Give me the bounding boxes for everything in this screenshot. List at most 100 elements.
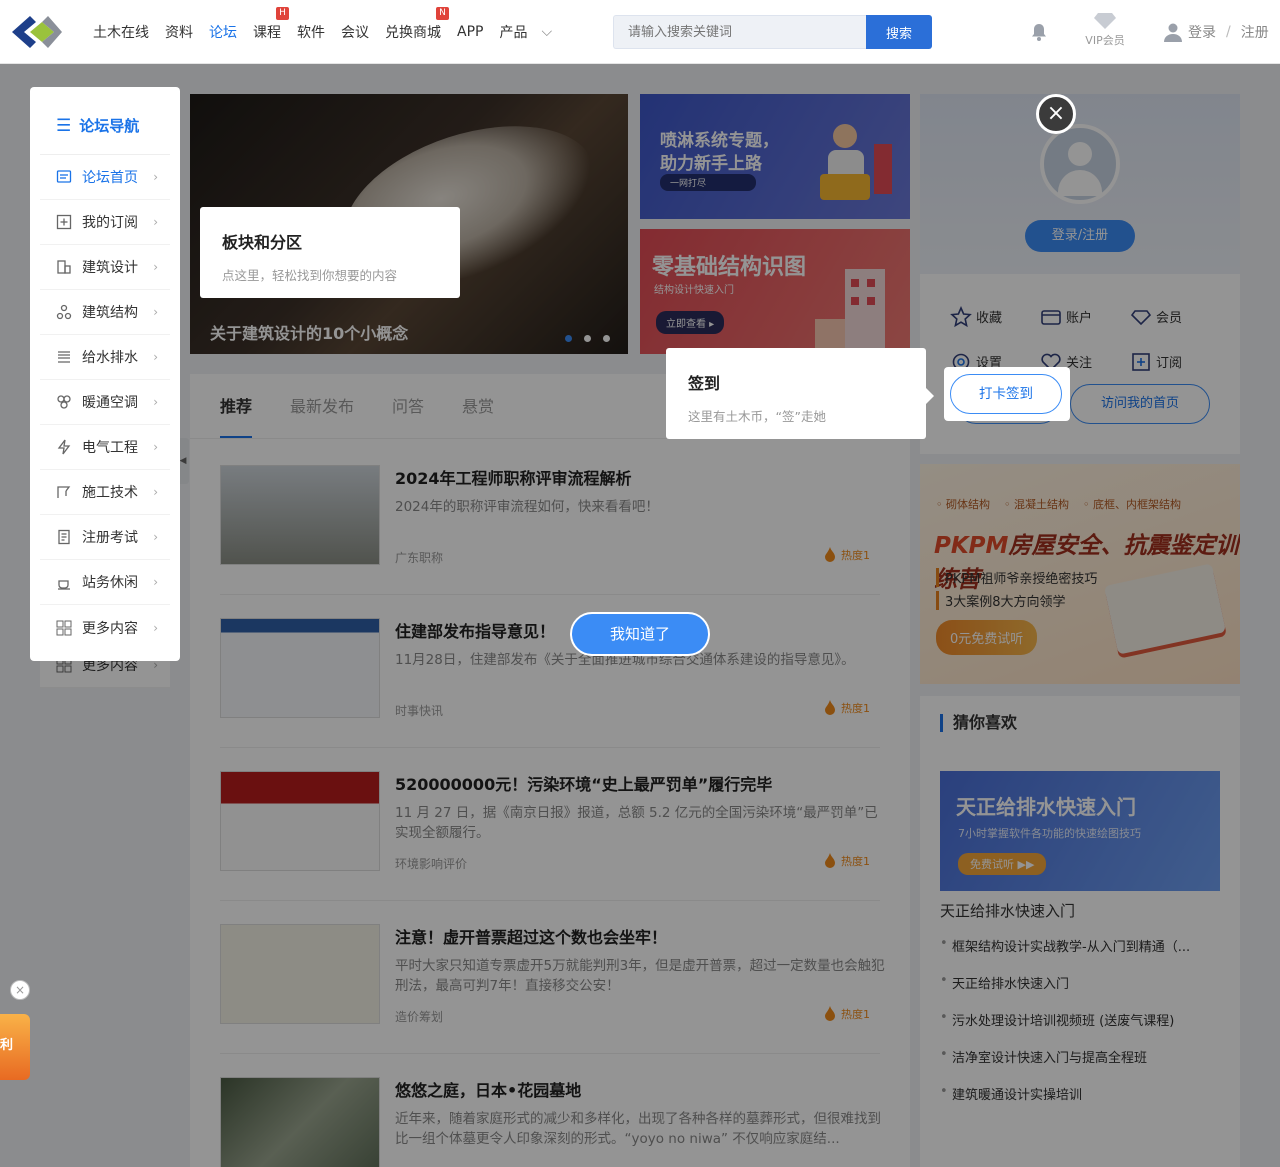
promo-title-line: 喷淋系统专题， (660, 131, 779, 151)
sidebar-item-construction[interactable]: 施工技术 › (40, 470, 170, 515)
promo-structure[interactable]: 零基础结构识图 结构设计快速入门 立即查看 ▸ (640, 229, 910, 354)
post-thumbnail (220, 924, 380, 1024)
subscribe-icon (56, 214, 72, 230)
carousel-dot[interactable] (584, 335, 591, 342)
bell-icon[interactable] (1029, 22, 1049, 42)
post-source[interactable]: 造价筹划 (395, 1008, 443, 1025)
post-item[interactable]: 悠悠之庭，日本•花园墓地 近年来，随着家庭形式的减少和多样化，出现了各种各样的墓… (220, 1077, 881, 1167)
search-button[interactable]: 搜索 (866, 15, 932, 49)
promo-view-button[interactable]: 立即查看 ▸ (656, 311, 725, 334)
sidebar-item-hvac[interactable]: 暖通空调 › (40, 380, 170, 425)
account-link[interactable]: 账户 (1040, 294, 1130, 339)
list-item[interactable]: 洁净室设计快速入门与提高全程班 (940, 1047, 1225, 1084)
nav-item-meeting[interactable]: 会议 (341, 22, 369, 42)
sidebar-item-water[interactable]: 给水排水 › (40, 335, 170, 380)
tab-qa[interactable]: 问答 (392, 374, 424, 438)
sidebar-item-leisure[interactable]: 站务休闲 › (40, 560, 170, 605)
person-laptop-illustration (820, 124, 892, 200)
wallet-icon (1041, 309, 1061, 325)
floating-ad-box[interactable]: 利 (0, 1014, 30, 1080)
nav-item-products[interactable]: 产品 (499, 22, 527, 42)
course-banner[interactable]: 天正给排水快速入门 7小时掌握软件各功能的快速绘图技巧 免费试听 ▶▶ (940, 771, 1220, 891)
tab-bounty[interactable]: 悬赏 (462, 374, 494, 438)
post-title[interactable]: 520000000元！污染环境“史上最严罚单”履行完毕 (395, 771, 772, 795)
post-item[interactable]: 520000000元！污染环境“史上最严罚单”履行完毕 11 月 27 日，据《… (220, 771, 880, 901)
login-register-button[interactable]: 登录/注册 (1025, 220, 1135, 252)
nav-label: 资料 (165, 25, 193, 41)
post-title[interactable]: 住建部发布指导意见！ (395, 618, 555, 642)
chevron-right-icon: › (153, 305, 158, 319)
sidebar-item-electric[interactable]: 电气工程 › (40, 425, 170, 470)
post-item[interactable]: 住建部发布指导意见！ 11月28日，住建部发布《关于全面推进城市综合交通体系建设… (220, 618, 880, 748)
banner-caption: 关于建筑设计的10个小概念 (210, 324, 409, 343)
subscribe-link[interactable]: 订阅 (1130, 339, 1220, 384)
membership-link[interactable]: 会员 (1130, 294, 1220, 339)
carousel-dot[interactable] (603, 335, 610, 342)
highlighted-sidebar: ☰ 论坛导航 论坛首页 › 我的订阅 › 建筑设计 › 建筑结构 › 给水排水 › 暖通空调… (30, 87, 180, 661)
list-item[interactable]: 天正给排水快速入门 (940, 973, 1225, 1010)
sidebar-item-structure[interactable]: 建筑结构 › (40, 290, 170, 335)
register-link[interactable]: 注册 (1241, 22, 1269, 42)
tab-recommend[interactable]: 推荐 (220, 374, 253, 438)
construction-icon (57, 486, 71, 498)
list-item[interactable]: 建筑暖通设计实操培训 (940, 1084, 1225, 1121)
chevron-right-icon: › (153, 620, 158, 635)
tip-desc: 点这里，轻松找到你想要的内容 (222, 268, 398, 283)
highlighted-signin: 打卡签到 (944, 367, 1070, 421)
nav-item-mall[interactable]: 兑换商城 N (385, 7, 449, 42)
visit-homepage-button[interactable]: 访问我的首页 (1070, 384, 1210, 424)
sidebar-item-exam[interactable]: 注册考试 › (40, 515, 170, 560)
tip-title: 签到 (688, 374, 721, 393)
post-feed: 推荐 最新发布 问答 悬赏 2024年工程师职称评审流程解析 2024年的职称评… (190, 374, 910, 1167)
nav-label: 课程 (253, 25, 281, 41)
post-source[interactable]: 广东职称 (395, 549, 443, 566)
search-bar: 搜索 (613, 15, 933, 49)
promo-sprinkler[interactable]: 喷淋系统专题， 助力新手上路 一网打尽 (640, 94, 910, 219)
sidebar-item-forum-home[interactable]: 论坛首页 › (40, 155, 170, 200)
chevron-down-icon[interactable]: ⌵ (541, 24, 552, 40)
nav-item-tumu[interactable]: 土木在线 (93, 22, 149, 42)
list-item[interactable]: 污水处理设计培训视频班 (送废气课程) (940, 1010, 1225, 1047)
nav-label: 产品 (499, 25, 528, 41)
post-title[interactable]: 悠悠之庭，日本•花园墓地 (395, 1077, 581, 1101)
vip-link[interactable]: VIP会员 (1080, 12, 1130, 48)
site-logo-icon[interactable] (10, 14, 62, 50)
nav-item-app[interactable]: APP (457, 24, 483, 40)
sign-in-button[interactable]: 打卡签到 (950, 374, 1062, 414)
login-link[interactable]: 登录 (1188, 22, 1216, 42)
tab-latest[interactable]: 最新发布 (290, 374, 354, 438)
course-caption[interactable]: 天正给排水快速入门 (940, 900, 1075, 921)
nav-item-forum[interactable]: 论坛 (209, 22, 237, 42)
favorites-link[interactable]: 收藏 (950, 294, 1040, 339)
post-source[interactable]: 环境影响评价 (395, 855, 467, 872)
list-item[interactable]: 框架结构设计实战教学-从入门到精通（... (940, 936, 1225, 973)
sidebar-item-more[interactable]: 更多内容 › (40, 605, 170, 650)
nav-item-software[interactable]: 软件 (297, 22, 325, 42)
nav-item-course[interactable]: 课程 H (253, 7, 289, 42)
sidebar-item-architecture[interactable]: 建筑设计 › (40, 245, 170, 290)
new-badge: N (436, 7, 449, 20)
carousel-dot[interactable] (565, 335, 572, 342)
post-title[interactable]: 注意！虚开普票超过这个数也会坐牢！ (395, 924, 667, 948)
sidebar-item-label: 建筑设计 (82, 260, 138, 276)
search-input[interactable] (613, 15, 866, 49)
close-icon[interactable]: × (1036, 94, 1076, 134)
quick-label: 账户 (1066, 311, 1093, 326)
floating-ad: × 利 (0, 980, 40, 1100)
hot-count: 热度1 (823, 700, 870, 716)
nav-item-ziliao[interactable]: 资料 (165, 22, 193, 42)
sidebar-item-subscriptions[interactable]: 我的订阅 › (40, 200, 170, 245)
post-item[interactable]: 2024年工程师职称评审流程解析 2024年的职称评审流程如何，快来看看吧！ 广… (220, 465, 880, 595)
pkpm-ad[interactable]: ◦ 砌体结构 ◦ 混凝土结构 ◦ 底框、内框架结构 PKPM房屋安全、抗震鉴定训… (920, 464, 1240, 684)
feed-tabs: 推荐 最新发布 问答 悬赏 (220, 374, 532, 438)
close-icon[interactable]: × (10, 980, 30, 1000)
free-trial-button[interactable]: 0元免费试听 (936, 620, 1038, 655)
ad-tag: ◦ 砌体结构 (936, 498, 990, 511)
flame-icon (825, 547, 835, 562)
post-title[interactable]: 2024年工程师职称评审流程解析 (395, 465, 632, 489)
post-item[interactable]: 注意！虚开普票超过这个数也会坐牢！ 平时大家只知道专票虚开5万就能判刑3年，但是… (220, 924, 885, 1054)
diamond-icon (1130, 309, 1152, 325)
got-it-button[interactable]: 我知道了 (570, 612, 710, 656)
post-source[interactable]: 时事快讯 (395, 702, 443, 719)
free-listen-button[interactable]: 免费试听 ▶▶ (958, 853, 1047, 875)
